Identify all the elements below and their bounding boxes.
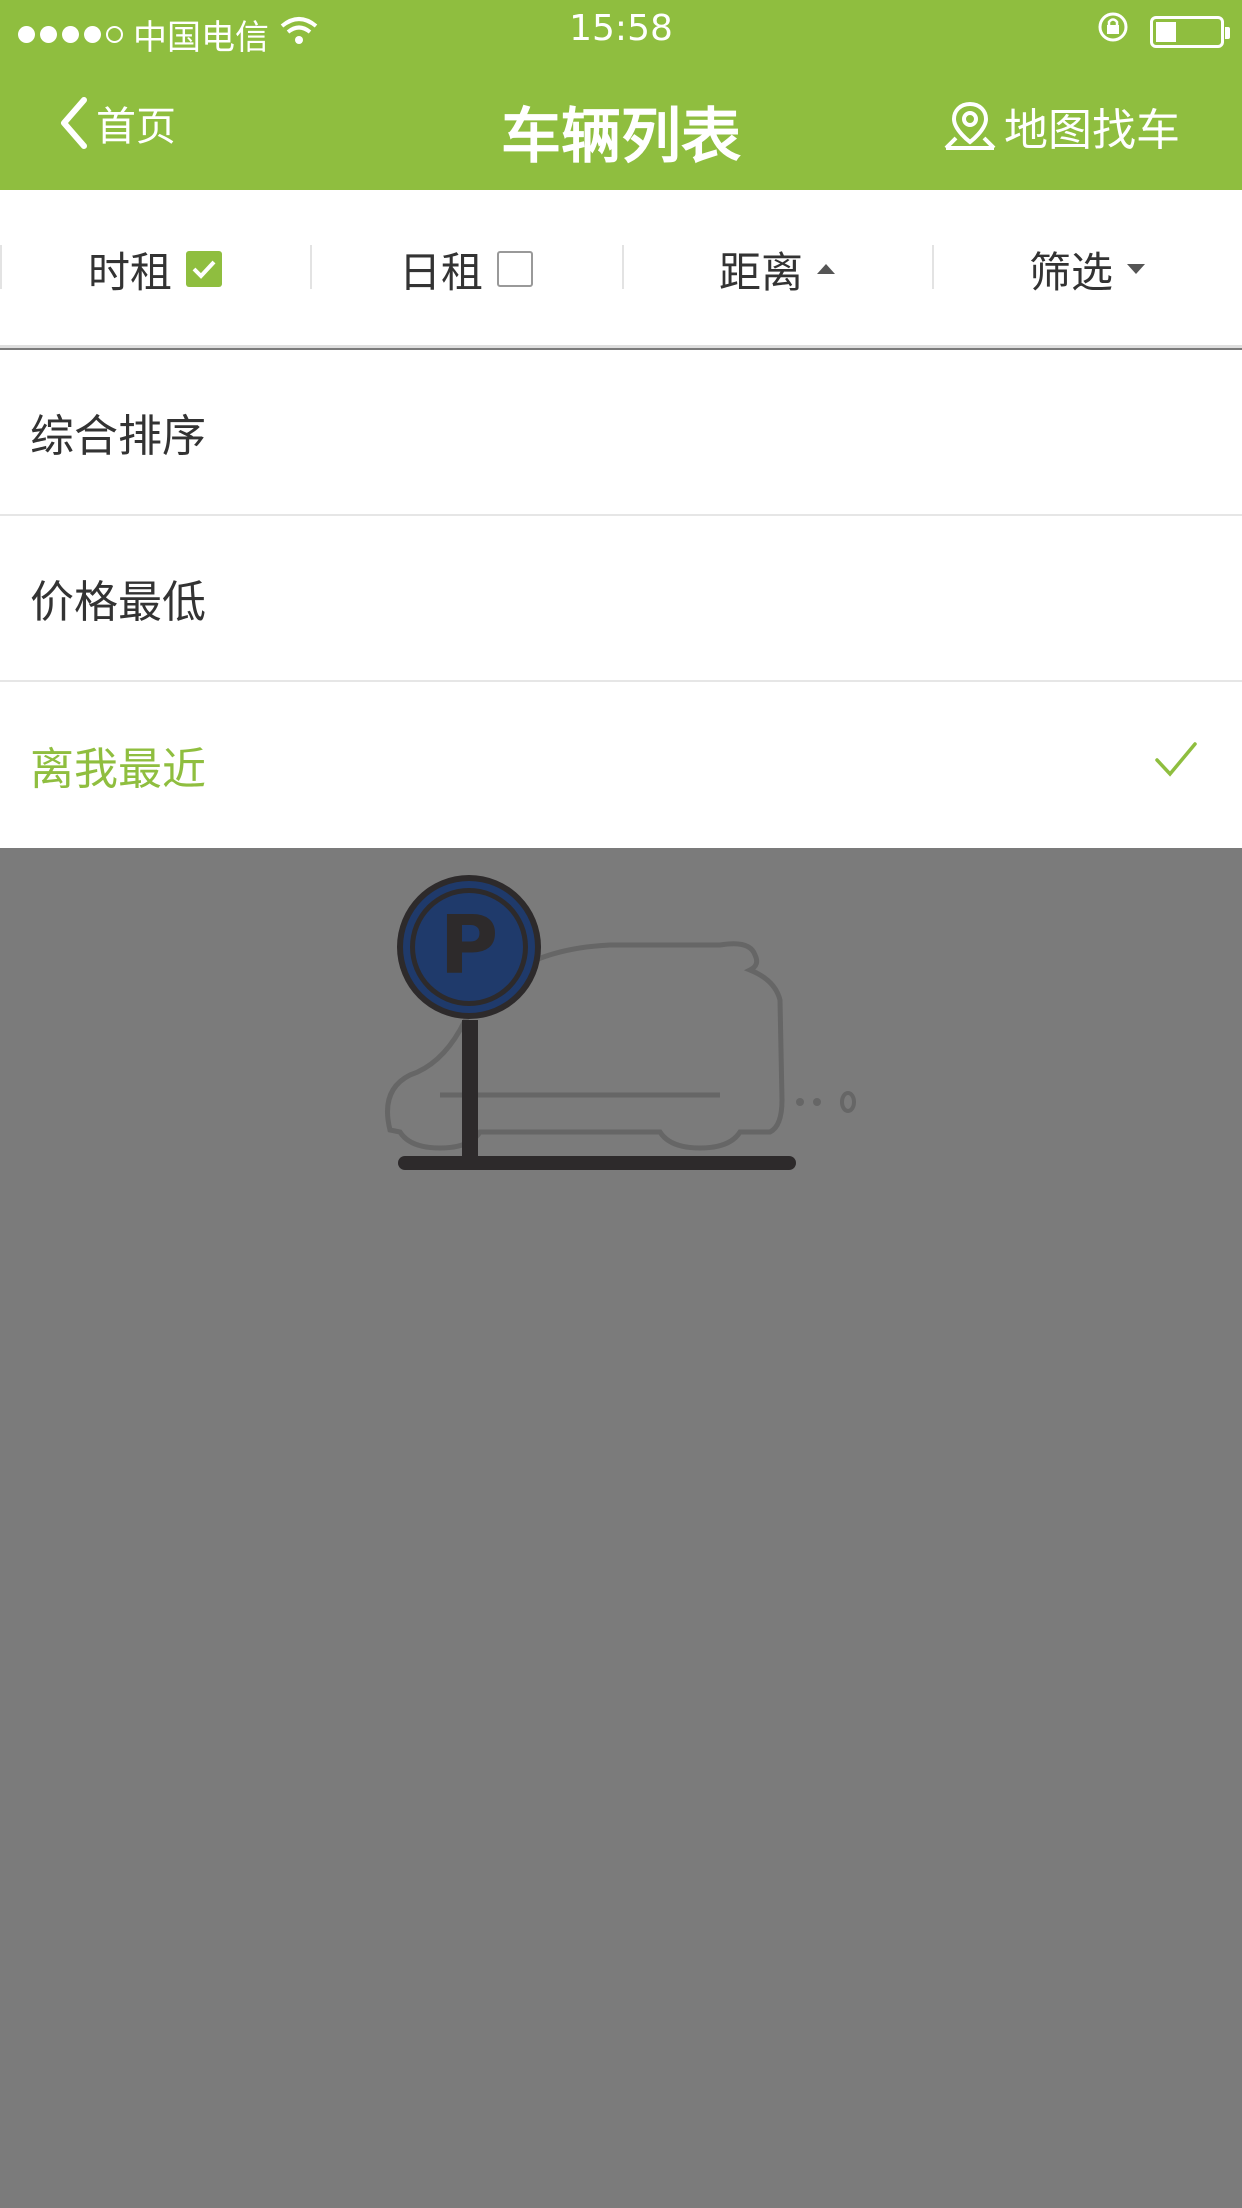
sort-option-label: 价格最低 [30, 577, 206, 628]
sort-option-label: 综合排序 [30, 411, 206, 462]
sort-option-comprehensive[interactable]: 综合排序 [0, 350, 1242, 516]
filter-hourly[interactable]: 时租 [0, 190, 310, 348]
clock: 15:58 [569, 8, 673, 49]
filter-hourly-label: 时租 [87, 247, 172, 297]
app-header: 中国电信 15:58 首页 车辆列表 地图找车 [0, 0, 1242, 190]
filter-daily[interactable]: 日租 [310, 190, 622, 348]
sort-option-lowest-price[interactable]: 价格最低 [0, 516, 1242, 682]
battery-icon [1150, 15, 1230, 48]
map-pin-icon [944, 101, 996, 150]
triangle-up-icon [817, 264, 835, 274]
sort-dropdown: 综合排序 价格最低 离我最近 [0, 350, 1242, 848]
checkmark-icon [1155, 742, 1197, 777]
map-find-car-button[interactable]: 地图找车 [942, 94, 1180, 158]
filter-more-label: 筛选 [1028, 247, 1113, 297]
filter-daily-label: 日租 [398, 247, 483, 297]
map-find-label: 地图找车 [1004, 105, 1180, 156]
sort-option-nearest[interactable]: 离我最近 [0, 682, 1242, 848]
triangle-down-icon [1127, 264, 1145, 274]
sort-option-label: 离我最近 [30, 744, 206, 795]
filter-more[interactable]: 筛选 [932, 190, 1242, 348]
parking-car-illustration: P [385, 875, 856, 1170]
checkbox-checked-icon [186, 251, 222, 287]
checkbox-empty-icon [497, 251, 533, 287]
filter-distance[interactable]: 距离 [622, 190, 932, 348]
filter-distance-label: 距离 [718, 247, 803, 297]
nav-bar: 首页 车辆列表 地图找车 [0, 80, 1242, 172]
filter-bar: 时租 日租 距离 筛选 [0, 190, 1242, 348]
status-bar: 中国电信 15:58 [0, 0, 1242, 60]
svg-text:P: P [440, 899, 499, 992]
rotation-lock-icon [1096, 10, 1130, 53]
